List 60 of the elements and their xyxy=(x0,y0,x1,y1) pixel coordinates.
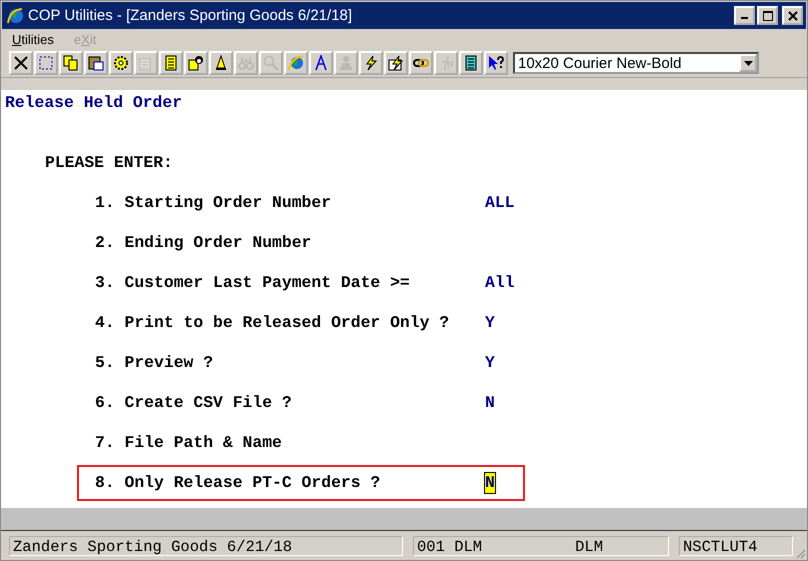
field-value[interactable]: Y xyxy=(485,353,495,373)
field-value[interactable]: N xyxy=(485,473,495,493)
toolbar-button[interactable] xyxy=(34,51,58,75)
copy-icon xyxy=(63,55,79,71)
toolbar-button[interactable] xyxy=(209,51,233,75)
selection-icon xyxy=(38,55,54,71)
clipboard-icon xyxy=(88,55,104,71)
toolbar-button[interactable] xyxy=(159,51,183,75)
toolbar-button[interactable] xyxy=(384,51,408,75)
close-icon xyxy=(788,10,798,20)
maximize-icon xyxy=(762,10,772,20)
field-value[interactable]: N xyxy=(485,393,495,413)
help-pointer-icon xyxy=(488,55,504,71)
toolbar-button[interactable] xyxy=(184,51,208,75)
toolbar-button[interactable] xyxy=(109,51,133,75)
toolbar-button[interactable] xyxy=(84,51,108,75)
person-document-icon xyxy=(188,55,204,71)
field-label: 1. Starting Order Number xyxy=(95,193,332,213)
toolbar-button[interactable] xyxy=(459,51,483,75)
globe-icon xyxy=(6,6,24,24)
toolbar-button[interactable] xyxy=(409,51,433,75)
maximize-button[interactable] xyxy=(757,6,778,25)
lightning-icon xyxy=(363,55,379,71)
search-icon xyxy=(263,55,279,71)
statue-icon xyxy=(338,55,354,71)
toolbar-button[interactable] xyxy=(59,51,83,75)
toolbar-button[interactable] xyxy=(309,51,333,75)
field-label: 6. Create CSV File ? xyxy=(95,393,293,413)
status-panel: 001 DLM DLM xyxy=(413,536,669,556)
notepad-icon xyxy=(163,55,179,71)
minimize-button[interactable] xyxy=(734,6,755,25)
font-dropdown[interactable]: 10x20 Courier New-Bold xyxy=(513,52,759,74)
field-value[interactable]: Y xyxy=(485,313,495,333)
field-value[interactable]: All xyxy=(485,273,515,293)
calculator-icon xyxy=(463,55,479,71)
field-label: 5. Preview ? xyxy=(95,353,214,373)
minimize-icon xyxy=(741,17,748,19)
globe-icon xyxy=(288,55,304,71)
gear-icon xyxy=(113,55,129,71)
status-panel: Zanders Sporting Goods 6/21/18 xyxy=(9,536,403,556)
lightning-document-icon xyxy=(388,55,404,71)
field-label: 7. File Path & Name xyxy=(95,433,283,453)
toolbar-button[interactable] xyxy=(359,51,383,75)
field-label: 4. Print to be Released Order Only ? xyxy=(95,313,450,333)
field-label: 8. Only Release PT-C Orders ? xyxy=(95,473,382,493)
toolbar-button[interactable] xyxy=(9,51,33,75)
window-title: COP Utilities - [Zanders Sporting Goods 6/21/18] xyxy=(28,7,354,24)
field-value[interactable]: ALL xyxy=(485,193,515,213)
toolbar-button[interactable] xyxy=(484,51,508,75)
field-label: 3. Customer Last Payment Date >= xyxy=(95,273,411,293)
close-button[interactable] xyxy=(782,6,803,25)
cross-icon xyxy=(13,55,29,71)
menu-item[interactable]: Utilities xyxy=(12,32,54,46)
letter-a-icon xyxy=(313,55,329,71)
screen-title: Release Held Order xyxy=(4,93,184,113)
dropdown-arrow-icon xyxy=(744,60,752,66)
prompt-text: PLEASE ENTER: xyxy=(44,153,174,173)
binoculars-icon xyxy=(238,55,254,71)
field-label: 2. Ending Order Number xyxy=(95,233,312,253)
status-panel: NSCTLUT4 xyxy=(679,536,793,556)
